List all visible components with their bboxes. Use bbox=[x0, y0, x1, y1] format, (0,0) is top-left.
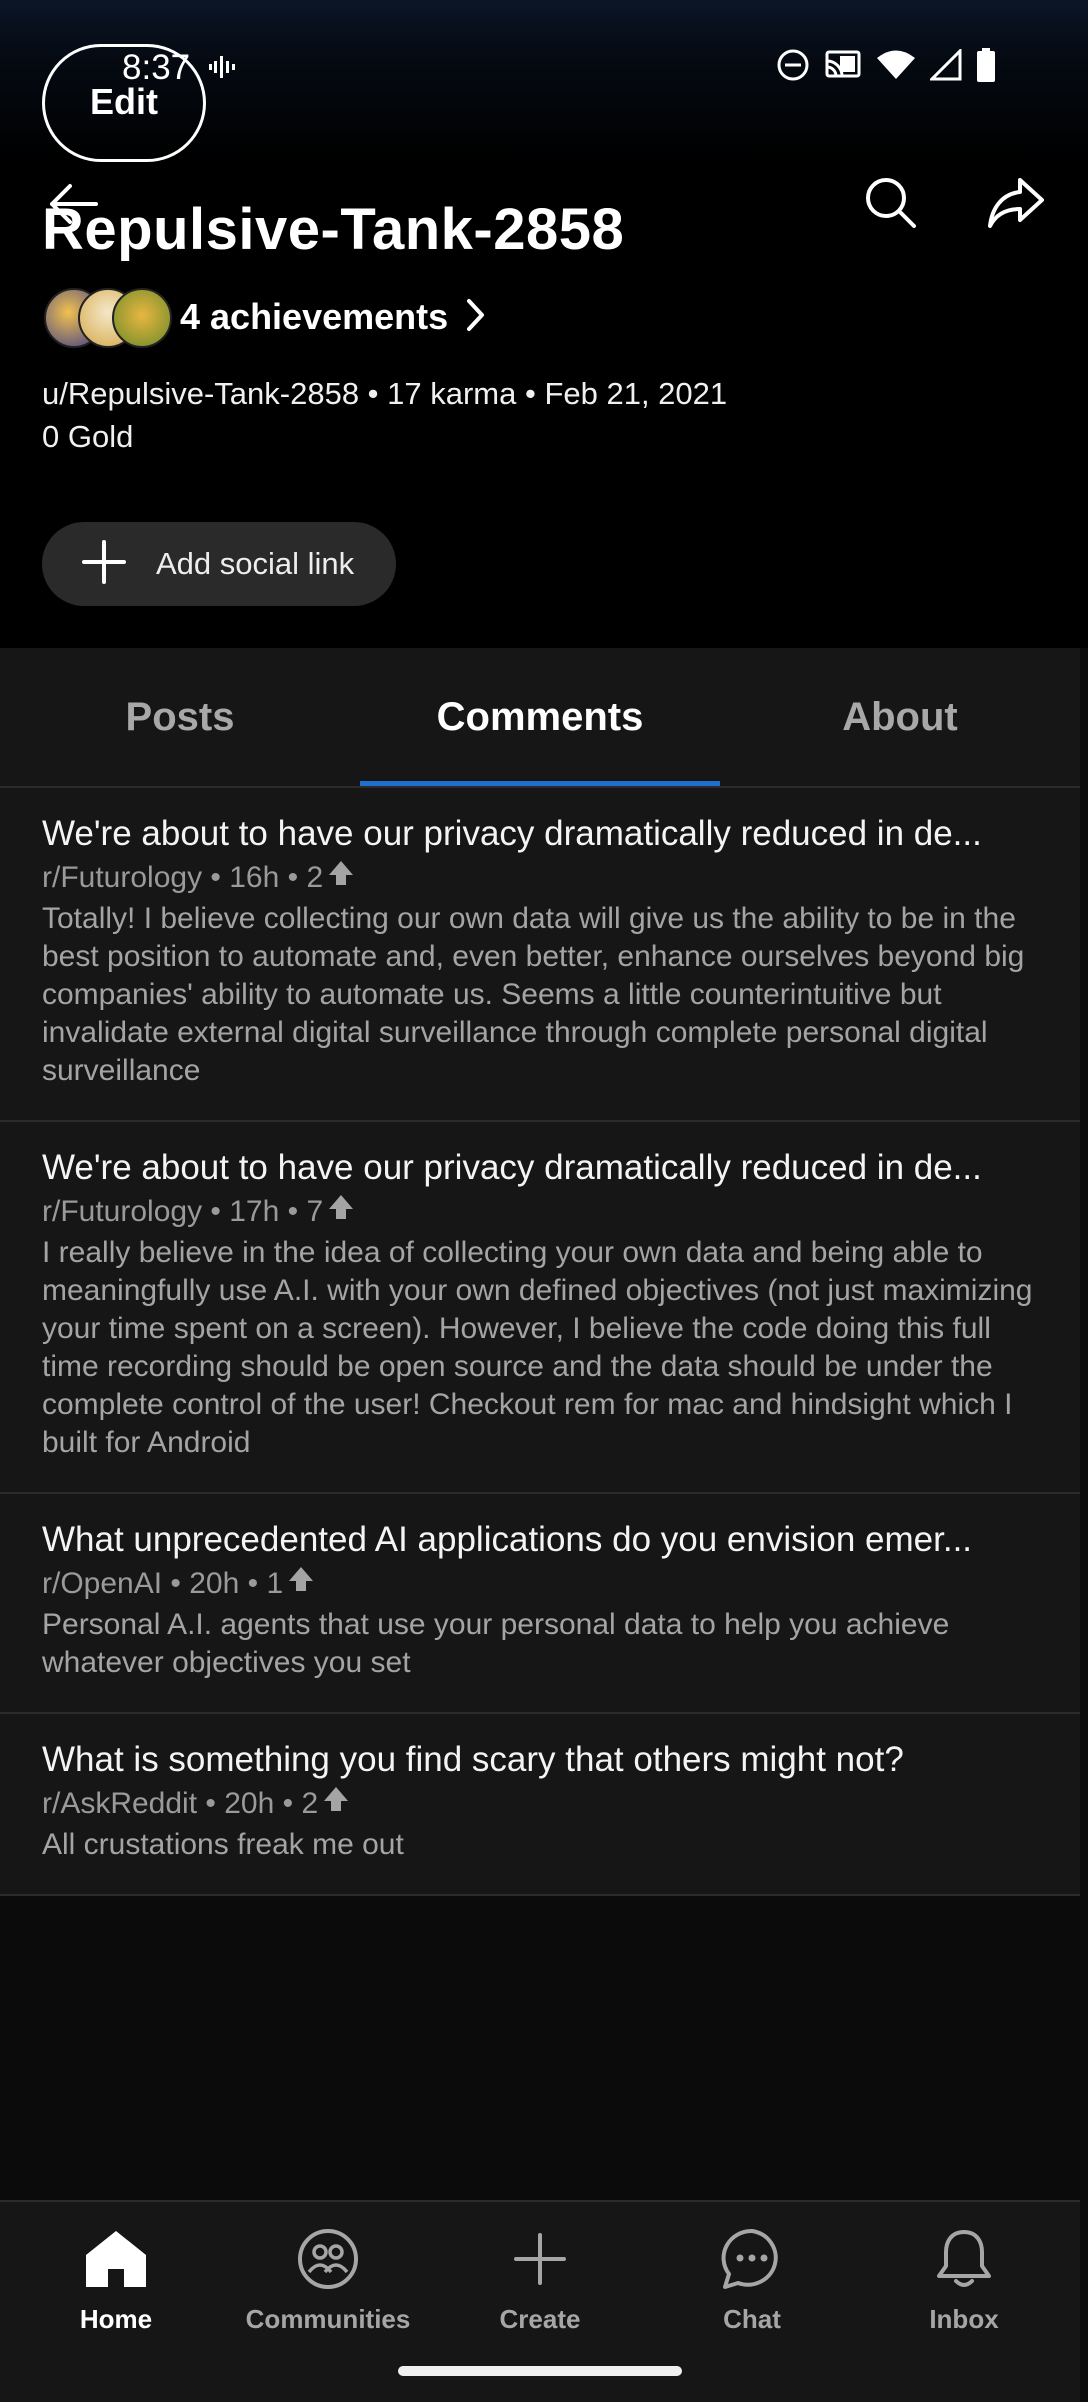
cell-signal-icon bbox=[928, 47, 962, 86]
comment-body: Personal A.I. agents that use your perso… bbox=[42, 1608, 950, 1679]
nav-inbox[interactable]: Inbox bbox=[864, 2224, 1064, 2335]
bell-icon bbox=[935, 2224, 993, 2294]
nav-label: Home bbox=[79, 2304, 153, 2334]
add-social-link-button[interactable]: Add social link bbox=[42, 522, 396, 606]
wifi-icon bbox=[876, 49, 916, 86]
comment-body: All crustations freak me out bbox=[42, 1828, 404, 1861]
battery-icon bbox=[976, 48, 996, 87]
tab-label: About bbox=[842, 694, 958, 739]
home-icon bbox=[84, 2224, 148, 2294]
tab-label: Comments bbox=[436, 694, 644, 739]
comment-meta: r/OpenAI • 20h • 1 bbox=[42, 1562, 1038, 1606]
upvote-arrow-icon bbox=[327, 856, 355, 900]
nav-communities[interactable]: Communities bbox=[228, 2224, 428, 2335]
nav-label: Inbox bbox=[929, 2304, 999, 2334]
share-icon[interactable] bbox=[986, 176, 1046, 235]
comment-body: I really believe in the idea of collecti… bbox=[42, 1236, 1033, 1459]
edit-profile-button[interactable]: Edit bbox=[42, 44, 206, 162]
comment-post-title: We're about to have our privacy dramatic… bbox=[42, 814, 982, 853]
nav-label: Communities bbox=[245, 2304, 411, 2334]
profile-tabs: Posts Comments About bbox=[0, 648, 1080, 788]
comment-meta: r/Futurology • 17h • 7 bbox=[42, 1190, 1038, 1234]
achievement-badges bbox=[44, 286, 172, 348]
chat-icon bbox=[720, 2224, 784, 2294]
comment-meta-text: r/OpenAI • 20h • 1 bbox=[42, 1567, 284, 1600]
communities-icon bbox=[296, 2224, 360, 2294]
comment-meta-text: r/Futurology • 17h • 7 bbox=[42, 1195, 324, 1228]
upvote-arrow-icon bbox=[287, 1562, 315, 1606]
profile-username: Repulsive-Tank-2858 bbox=[42, 197, 625, 262]
tab-comments[interactable]: Comments bbox=[360, 648, 720, 786]
search-icon[interactable] bbox=[862, 174, 918, 235]
edit-label: Edit bbox=[90, 81, 158, 122]
comment-item[interactable]: We're about to have our privacy dramatic… bbox=[0, 1122, 1080, 1494]
add-social-link-label: Add social link bbox=[156, 546, 355, 581]
do-not-disturb-icon bbox=[776, 48, 810, 87]
achievement-badge-icon bbox=[112, 288, 172, 348]
nav-home[interactable]: Home bbox=[16, 2224, 216, 2335]
comment-meta: r/AskReddit • 20h • 2 bbox=[42, 1782, 1038, 1826]
comment-item[interactable]: What is something you find scary that ot… bbox=[0, 1714, 1080, 1896]
achievements-link[interactable]: 4 achievements bbox=[44, 286, 486, 348]
comment-meta-text: r/AskReddit • 20h • 2 bbox=[42, 1787, 319, 1820]
cast-icon bbox=[824, 49, 862, 86]
upvote-arrow-icon bbox=[327, 1190, 355, 1234]
comment-body: Totally! I believe collecting our own da… bbox=[42, 902, 1025, 1087]
tab-posts[interactable]: Posts bbox=[0, 648, 360, 786]
comment-meta: r/Futurology • 16h • 2 bbox=[42, 856, 1038, 900]
plus-icon bbox=[82, 539, 126, 589]
comment-list: We're about to have our privacy dramatic… bbox=[0, 788, 1080, 1896]
comment-meta-text: r/Futurology • 16h • 2 bbox=[42, 861, 324, 894]
achievements-label: 4 achievements bbox=[180, 296, 449, 337]
vibrate-icon bbox=[208, 52, 238, 87]
profile-gold: 0 Gold bbox=[42, 419, 134, 454]
nav-create[interactable]: Create bbox=[440, 2224, 640, 2335]
chevron-right-icon bbox=[466, 298, 486, 337]
comment-item[interactable]: We're about to have our privacy dramatic… bbox=[0, 788, 1080, 1122]
profile-header: 8:37 Edit Repulsive-Tank-2858 4 achievem… bbox=[0, 0, 1088, 648]
profile-meta: u/Repulsive-Tank-2858 • 17 karma • Feb 2… bbox=[42, 376, 728, 411]
nav-label: Create bbox=[499, 2304, 581, 2334]
plus-icon bbox=[512, 2224, 568, 2294]
upvote-arrow-icon bbox=[322, 1782, 350, 1826]
comment-post-title: What is something you find scary that ot… bbox=[42, 1740, 904, 1779]
nav-label: Chat bbox=[723, 2304, 781, 2334]
tab-about[interactable]: About bbox=[720, 648, 1080, 786]
tab-label: Posts bbox=[125, 694, 235, 739]
nav-chat[interactable]: Chat bbox=[652, 2224, 852, 2335]
comment-item[interactable]: What unprecedented AI applications do yo… bbox=[0, 1494, 1080, 1714]
home-indicator[interactable] bbox=[398, 2366, 682, 2376]
comment-post-title: We're about to have our privacy dramatic… bbox=[42, 1148, 982, 1187]
comment-post-title: What unprecedented AI applications do yo… bbox=[42, 1520, 973, 1559]
